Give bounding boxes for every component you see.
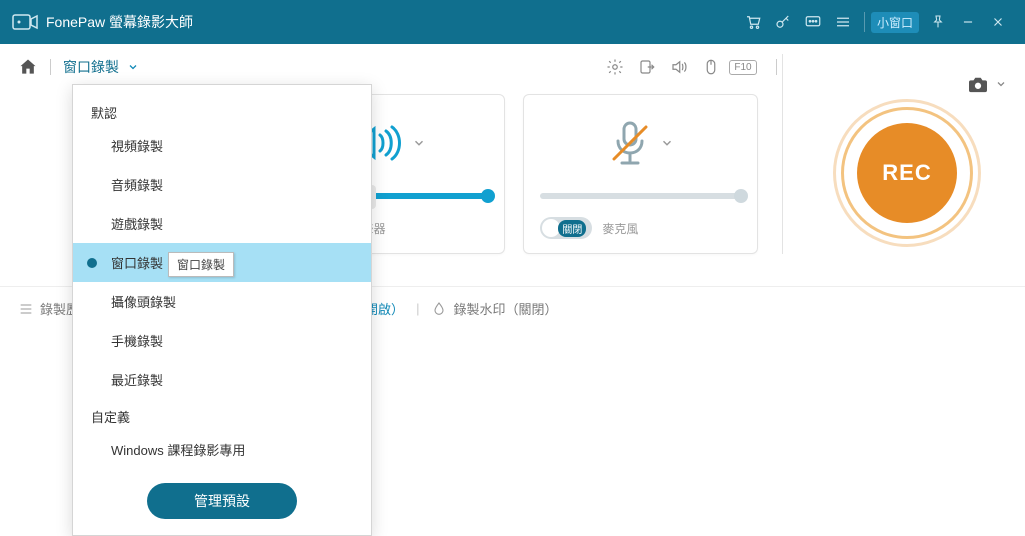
chevron-down-icon[interactable] <box>412 136 426 150</box>
app-logo: FonePaw 螢幕錄影大師 <box>12 12 193 32</box>
mini-window-button[interactable]: 小窗口 <box>871 12 919 33</box>
pin-icon[interactable] <box>923 7 953 37</box>
menu-item-custom-0[interactable]: Windows 課程錄影專用 <box>73 430 371 469</box>
group-default-label: 默認 <box>73 95 371 126</box>
chevron-down-icon <box>127 61 139 73</box>
menu-item-game[interactable]: 遊戲錄製 <box>73 204 371 243</box>
key-icon[interactable] <box>768 7 798 37</box>
vertical-divider <box>782 54 783 254</box>
mode-label: 窗口錄製 <box>63 57 119 77</box>
tooltip: 窗口錄製 <box>168 252 234 277</box>
mic-caption: 麥克風 <box>602 220 638 237</box>
toolbar: 窗口錄製 F10 <box>0 44 1025 84</box>
watermark-button[interactable]: 錄製水印（關閉） <box>431 299 557 318</box>
app-title: FonePaw 螢幕錄影大師 <box>46 12 193 32</box>
export-icon[interactable] <box>634 54 660 80</box>
separator <box>50 59 51 75</box>
mic-toggle[interactable]: 關閉 <box>540 217 592 239</box>
mode-selector[interactable]: 窗口錄製 <box>63 57 139 77</box>
screenshot-icon[interactable] <box>967 75 989 93</box>
menu-item-webcam[interactable]: 攝像頭錄製 <box>73 282 371 321</box>
separator <box>776 59 777 75</box>
microphone-disabled-icon <box>608 119 652 167</box>
chevron-down-icon[interactable] <box>995 78 1007 90</box>
hotkey-badge[interactable]: F10 <box>730 54 756 80</box>
speaker-icon[interactable] <box>666 54 692 80</box>
chevron-down-icon[interactable] <box>660 136 674 150</box>
home-icon[interactable] <box>18 57 38 77</box>
title-bar: FonePaw 螢幕錄影大師 小窗口 <box>0 0 1025 44</box>
record-column: REC <box>807 94 1007 254</box>
settings-icon[interactable] <box>602 54 628 80</box>
mouse-icon[interactable] <box>698 54 724 80</box>
minimize-button[interactable] <box>953 7 983 37</box>
mic-volume-slider[interactable] <box>540 193 741 199</box>
record-button[interactable]: REC <box>847 113 967 233</box>
manage-presets-button[interactable]: 管理預設 <box>147 483 297 519</box>
menu-icon[interactable] <box>828 7 858 37</box>
menu-item-video[interactable]: 視頻錄製 <box>73 126 371 165</box>
mode-dropdown: 默認 視頻錄製 音頻錄製 遊戲錄製 窗口錄製 攝像頭錄製 手機錄製 最近錄製 自… <box>72 84 372 536</box>
menu-item-phone[interactable]: 手機錄製 <box>73 321 371 360</box>
menu-item-audio[interactable]: 音頻錄製 <box>73 165 371 204</box>
mic-card: 關閉 麥克風 <box>523 94 758 254</box>
close-button[interactable] <box>983 7 1013 37</box>
cart-icon[interactable] <box>738 7 768 37</box>
camera-icon <box>12 13 38 31</box>
menu-item-recent[interactable]: 最近錄製 <box>73 360 371 399</box>
group-custom-label: 自定義 <box>73 399 371 430</box>
feedback-icon[interactable] <box>798 7 828 37</box>
